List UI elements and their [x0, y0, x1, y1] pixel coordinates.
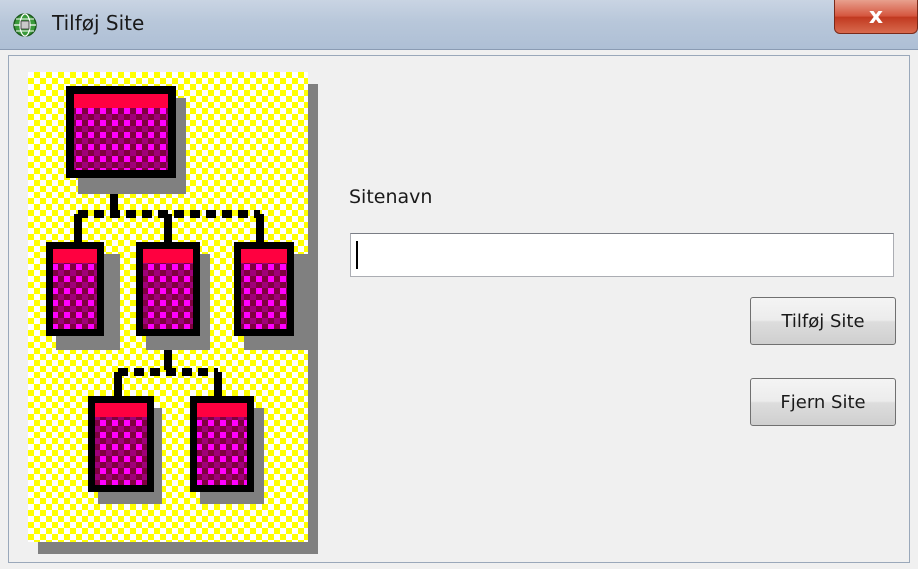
window-title: Tilføj Site	[52, 11, 145, 35]
close-button[interactable]: x	[834, 0, 918, 34]
site-name-input[interactable]	[350, 233, 894, 277]
globe-network-icon	[13, 13, 37, 37]
close-icon: x	[868, 4, 884, 29]
site-name-label: Sitenavn	[349, 186, 433, 208]
dialog-window: Tilføj Site x Sitenavn Tilføj Site Fjern…	[0, 0, 918, 569]
text-caret	[356, 241, 358, 269]
title-bar[interactable]: Tilføj Site x	[0, 0, 918, 50]
network-hierarchy-illustration	[28, 72, 318, 554]
remove-site-button[interactable]: Fjern Site	[750, 378, 896, 426]
add-site-button[interactable]: Tilføj Site	[750, 297, 896, 345]
